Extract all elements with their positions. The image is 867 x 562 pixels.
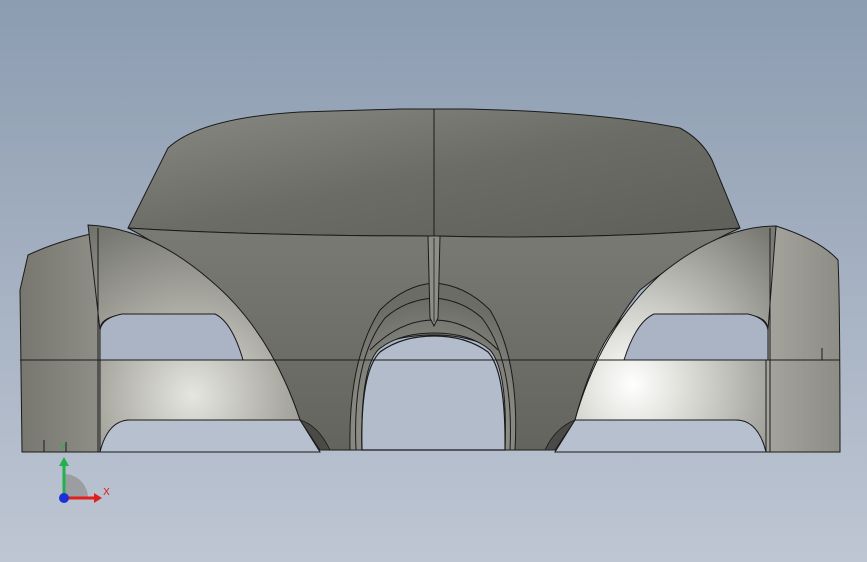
right-window-opening [623, 313, 769, 361]
grille-opening [361, 335, 506, 451]
car-body-model[interactable] [0, 0, 867, 562]
triad-x-label: X [103, 487, 110, 498]
x-arrow-head [94, 493, 102, 503]
y-arrow-head [59, 457, 69, 466]
reference-triad[interactable] [59, 457, 102, 503]
right-wheel-arch [554, 419, 767, 453]
triad-y-label: Y [60, 442, 67, 453]
triad-arc [64, 474, 88, 498]
graphics-viewport[interactable]: X Y [0, 0, 867, 562]
z-axis-dot [59, 493, 69, 503]
left-wheel-arch [99, 419, 321, 453]
left-window-opening [99, 313, 244, 361]
